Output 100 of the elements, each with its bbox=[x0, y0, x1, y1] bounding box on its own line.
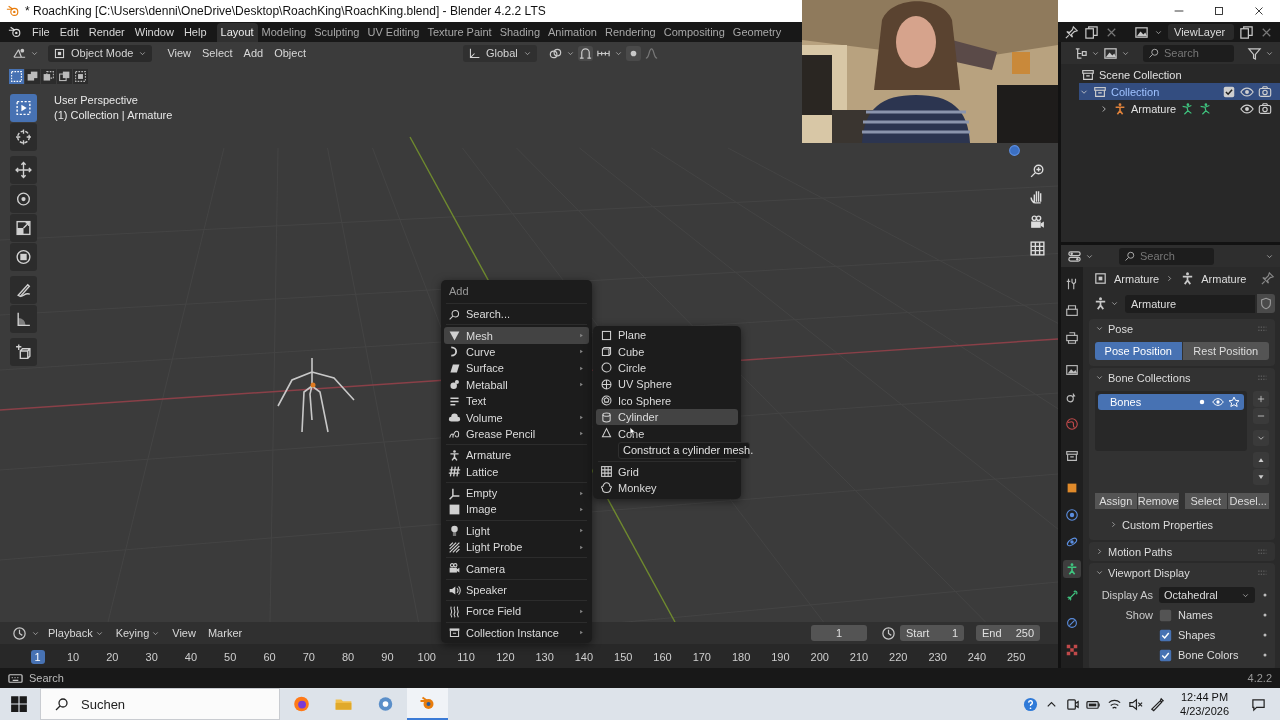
menu-item[interactable]: Circle bbox=[596, 359, 738, 377]
menu-item[interactable]: Image bbox=[444, 501, 589, 518]
figure-icon[interactable] bbox=[1093, 296, 1108, 311]
list-view-icon[interactable] bbox=[1073, 45, 1088, 61]
move-up-icon[interactable] bbox=[1253, 452, 1269, 468]
menu-item[interactable]: Camera bbox=[444, 560, 589, 577]
pencil-icon[interactable] bbox=[10, 276, 37, 304]
menu-item[interactable]: Volume bbox=[444, 409, 589, 426]
add-cube-icon[interactable] bbox=[10, 338, 37, 366]
workspace-tab[interactable]: UV Editing bbox=[363, 23, 424, 42]
mode-dropdown[interactable]: Object Mode bbox=[48, 44, 153, 62]
fake-user-shield-icon[interactable] bbox=[1257, 294, 1275, 313]
webcam-icon[interactable] bbox=[1065, 696, 1081, 712]
workspace-tab[interactable]: Animation bbox=[544, 23, 601, 42]
menu-item[interactable]: Monkey bbox=[596, 480, 738, 497]
menu-item[interactable]: Add bbox=[239, 47, 268, 59]
proportional-edit-icon[interactable] bbox=[625, 45, 641, 61]
panel-header[interactable]: Bone Collections bbox=[1089, 368, 1275, 387]
keyframe-dot-icon[interactable] bbox=[1261, 631, 1269, 639]
orbit-icon[interactable] bbox=[1063, 506, 1081, 524]
help-icon[interactable] bbox=[1023, 696, 1039, 712]
menu-item[interactable]: Plane bbox=[596, 327, 738, 344]
figure-icon[interactable] bbox=[1063, 560, 1081, 578]
chevron-down-icon[interactable] bbox=[1110, 299, 1119, 308]
printer-icon[interactable] bbox=[1063, 329, 1081, 347]
menu-item[interactable]: Mesh bbox=[444, 327, 589, 344]
menu-item[interactable]: Marker bbox=[203, 627, 247, 639]
select-mode-icon[interactable] bbox=[73, 69, 88, 84]
menu-item[interactable]: Grid bbox=[596, 463, 738, 481]
eye-icon[interactable] bbox=[1240, 84, 1254, 99]
panel-header[interactable]: Motion Paths bbox=[1089, 542, 1275, 561]
notifications-icon[interactable] bbox=[1251, 696, 1266, 712]
move-down-icon[interactable] bbox=[1253, 469, 1269, 485]
checkbox[interactable] bbox=[1159, 628, 1172, 642]
menu-item[interactable]: Metaball bbox=[444, 376, 589, 393]
checkbox[interactable] bbox=[1222, 84, 1236, 99]
keyframe-dot-icon[interactable] bbox=[1261, 651, 1269, 659]
search-field[interactable]: Suchen bbox=[40, 688, 280, 720]
menu-item[interactable]: Cube bbox=[596, 343, 738, 360]
menu-item[interactable]: Speaker bbox=[444, 581, 589, 599]
transform-icon[interactable] bbox=[10, 243, 37, 271]
menu-item[interactable]: View bbox=[168, 627, 200, 639]
select-mode-icon[interactable] bbox=[57, 69, 72, 84]
workspace-tab[interactable]: Sculpting bbox=[310, 23, 364, 42]
globe-icon[interactable] bbox=[1063, 415, 1081, 433]
blender-logo-icon[interactable] bbox=[8, 25, 22, 39]
filter-icon[interactable] bbox=[1247, 45, 1262, 61]
keyframe-dot-icon[interactable] bbox=[1261, 611, 1269, 619]
eye-icon[interactable] bbox=[1212, 396, 1224, 408]
toggle-button[interactable]: Rest Position bbox=[1182, 342, 1269, 360]
blender-app-icon[interactable] bbox=[407, 688, 448, 720]
list-row[interactable]: Bones bbox=[1098, 394, 1244, 410]
view-layer-field[interactable]: ViewLayer bbox=[1168, 24, 1234, 40]
menu-item[interactable]: Grease Pencil bbox=[444, 425, 589, 443]
menu-item[interactable]: Lattice bbox=[444, 463, 589, 480]
checkbox[interactable] bbox=[1159, 608, 1172, 622]
clock-editor-icon[interactable] bbox=[12, 625, 27, 641]
panel-header[interactable]: Custom Properties bbox=[1095, 515, 1269, 534]
scale-icon[interactable] bbox=[10, 214, 37, 242]
workspace-tab[interactable]: Rendering bbox=[600, 23, 660, 42]
search-field[interactable]: Search bbox=[1119, 247, 1214, 265]
menu-item[interactable]: Window bbox=[130, 26, 178, 38]
outliner-row[interactable]: Collection bbox=[1079, 83, 1280, 100]
menu-item[interactable]: Help bbox=[179, 26, 211, 38]
menu-item[interactable]: Empty bbox=[444, 484, 589, 502]
search-field[interactable]: Search bbox=[1143, 44, 1234, 62]
zoom-icon[interactable] bbox=[1029, 162, 1046, 179]
frame-field[interactable]: 1 bbox=[811, 625, 867, 641]
remove-icon[interactable] bbox=[1253, 408, 1269, 424]
menu-item[interactable]: Collection Instance bbox=[444, 624, 589, 642]
menu-item[interactable]: Surface bbox=[444, 360, 589, 377]
maximize-icon[interactable] bbox=[1212, 4, 1226, 18]
cursor-icon[interactable] bbox=[10, 123, 37, 151]
keyframe-dot-icon[interactable] bbox=[1261, 591, 1269, 599]
display-as-dropdown[interactable]: Octahedral bbox=[1159, 587, 1255, 603]
menu-item[interactable]: Light Probe bbox=[444, 539, 589, 556]
windows-start-icon[interactable] bbox=[10, 695, 28, 713]
orientation-dropdown[interactable]: Global bbox=[463, 44, 537, 62]
menu-item[interactable]: Text bbox=[444, 392, 589, 410]
menu-item[interactable]: Render bbox=[84, 26, 129, 38]
pin-icon[interactable] bbox=[1064, 24, 1079, 40]
image-icon[interactable] bbox=[1103, 45, 1118, 61]
camera-icon[interactable] bbox=[1029, 214, 1046, 231]
action-button[interactable]: Desel... bbox=[1227, 493, 1269, 509]
snap-icon[interactable] bbox=[577, 45, 593, 61]
action-button[interactable]: Remove bbox=[1137, 493, 1179, 509]
copy-icon[interactable] bbox=[1084, 24, 1099, 40]
menu-item[interactable]: Select bbox=[198, 47, 237, 59]
menu-item[interactable]: Light bbox=[444, 522, 589, 540]
volume-muted-icon[interactable] bbox=[1128, 696, 1144, 712]
menu-item[interactable]: File bbox=[28, 26, 54, 38]
menu-item[interactable]: Ico Sphere bbox=[596, 392, 738, 409]
end-frame-field[interactable]: End 250 bbox=[976, 625, 1040, 641]
menu-item[interactable]: Playback bbox=[44, 627, 108, 639]
menu-item[interactable]: Armature bbox=[444, 447, 589, 464]
rotate-icon[interactable] bbox=[10, 185, 37, 213]
clock[interactable]: 12:44 PM 4/23/2026 bbox=[1180, 690, 1229, 718]
gizmo-axis-icon[interactable] bbox=[1008, 144, 1021, 157]
menu-item[interactable]: UV Sphere bbox=[596, 376, 738, 393]
image-icon[interactable] bbox=[1134, 24, 1149, 40]
